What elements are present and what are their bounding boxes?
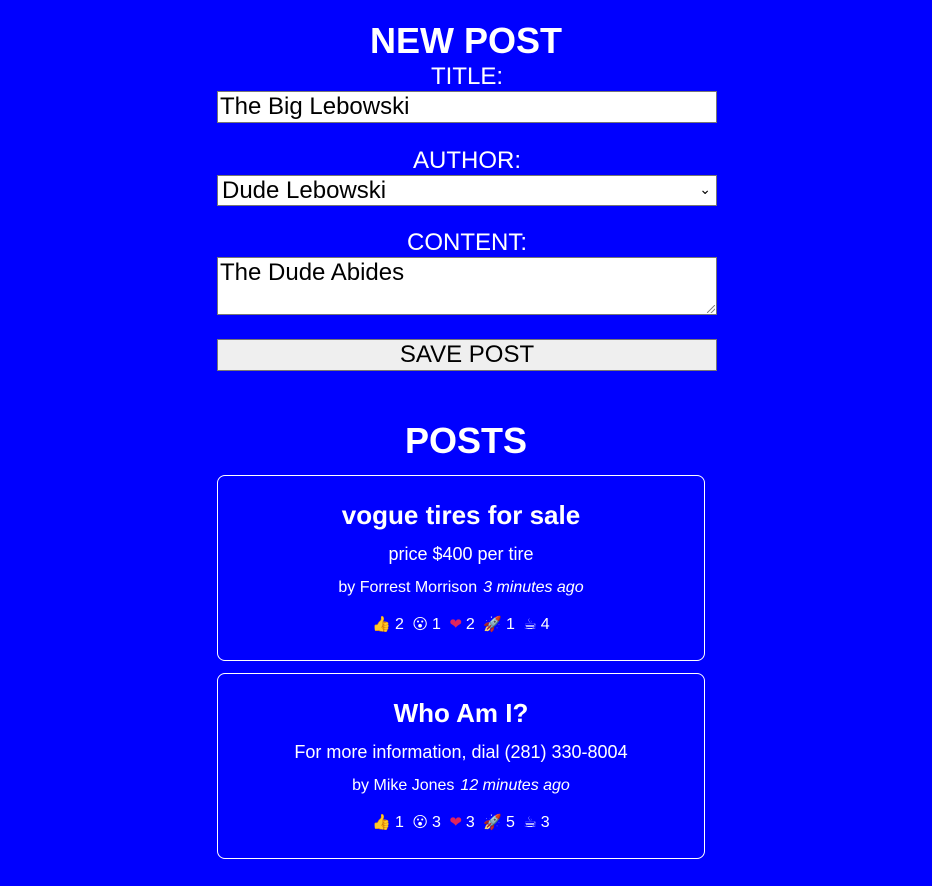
heart-icon: ❤ bbox=[449, 615, 462, 633]
reaction-count: 3 bbox=[465, 814, 475, 831]
content-label: CONTENT: bbox=[407, 229, 527, 256]
heart-icon: ❤ bbox=[449, 813, 462, 831]
new-post-form: TITLE: AUTHOR: Dude Lebowski ⌄ CONTENT: … bbox=[217, 62, 717, 371]
reaction-count: 1 bbox=[394, 814, 404, 831]
post-author: by Forrest Morrison bbox=[338, 579, 478, 596]
title-label: TITLE: bbox=[430, 63, 503, 90]
reaction-count: 5 bbox=[505, 814, 515, 831]
reaction-rocket-button[interactable]: 🚀 5 bbox=[483, 811, 515, 834]
post-meta: by Mike Jones 12 minutes ago bbox=[218, 775, 704, 797]
reaction-count: 3 bbox=[540, 814, 550, 831]
title-input[interactable] bbox=[217, 91, 717, 123]
reaction-count: 3 bbox=[431, 814, 441, 831]
coffee-icon: ☕ bbox=[523, 813, 537, 831]
post-timestamp: 12 minutes ago bbox=[460, 777, 570, 794]
wow-face-icon: 😮 bbox=[412, 615, 428, 633]
reaction-count: 1 bbox=[505, 616, 515, 633]
reaction-count: 4 bbox=[540, 616, 550, 633]
reaction-bar: 👍 2 😮 1 ❤ 2 🚀 1 ☕ 4 bbox=[218, 613, 704, 636]
reaction-rocket-button[interactable]: 🚀 1 bbox=[483, 613, 515, 636]
author-selected-value: Dude Lebowski bbox=[222, 177, 387, 204]
post-title: vogue tires for sale bbox=[341, 500, 581, 530]
post-content: price $400 per tire bbox=[388, 544, 534, 564]
posts-list: vogue tires for sale price $400 per tire… bbox=[217, 475, 705, 871]
reaction-thumbs-up-button[interactable]: 👍 2 bbox=[372, 613, 404, 636]
reaction-heart-button[interactable]: ❤ 3 bbox=[449, 811, 474, 834]
reaction-coffee-button[interactable]: ☕ 3 bbox=[523, 811, 549, 834]
reaction-count: 1 bbox=[431, 616, 441, 633]
coffee-icon: ☕ bbox=[523, 615, 537, 633]
wow-face-icon: 😮 bbox=[412, 813, 428, 831]
post-card: vogue tires for sale price $400 per tire… bbox=[217, 475, 705, 661]
thumbs-up-icon: 👍 bbox=[372, 615, 391, 633]
reaction-wow-button[interactable]: 😮 1 bbox=[412, 613, 441, 636]
rocket-icon: 🚀 bbox=[483, 813, 502, 831]
reaction-bar: 👍 1 😮 3 ❤ 3 🚀 5 ☕ 3 bbox=[218, 811, 704, 834]
new-post-heading: NEW POST bbox=[369, 20, 562, 61]
author-select[interactable]: Dude Lebowski ⌄ bbox=[217, 175, 717, 206]
rocket-icon: 🚀 bbox=[483, 615, 502, 633]
post-card: Who Am I? For more information, dial (28… bbox=[217, 673, 705, 859]
reaction-thumbs-up-button[interactable]: 👍 1 bbox=[372, 811, 404, 834]
post-timestamp: 3 minutes ago bbox=[483, 579, 584, 596]
resize-handle-icon[interactable] bbox=[707, 305, 715, 313]
post-author: by Mike Jones bbox=[352, 777, 455, 794]
post-title: Who Am I? bbox=[393, 698, 529, 728]
reaction-wow-button[interactable]: 😮 3 bbox=[412, 811, 441, 834]
thumbs-up-icon: 👍 bbox=[372, 813, 391, 831]
content-value: The Dude Abides bbox=[220, 259, 405, 286]
save-post-button[interactable]: SAVE POST bbox=[217, 339, 717, 371]
post-content: For more information, dial (281) 330-800… bbox=[294, 742, 628, 762]
reaction-count: 2 bbox=[394, 616, 404, 633]
author-label: AUTHOR: bbox=[413, 147, 521, 174]
reaction-count: 2 bbox=[465, 616, 475, 633]
reaction-heart-button[interactable]: ❤ 2 bbox=[449, 613, 474, 636]
chevron-down-icon: ⌄ bbox=[699, 182, 711, 198]
page: NEW POST TITLE: AUTHOR: Dude Lebowski ⌄ … bbox=[0, 0, 932, 886]
post-meta: by Forrest Morrison 3 minutes ago bbox=[218, 577, 704, 599]
posts-heading: POSTS bbox=[404, 420, 528, 461]
content-textarea[interactable]: The Dude Abides bbox=[217, 257, 717, 315]
reaction-coffee-button[interactable]: ☕ 4 bbox=[523, 613, 549, 636]
